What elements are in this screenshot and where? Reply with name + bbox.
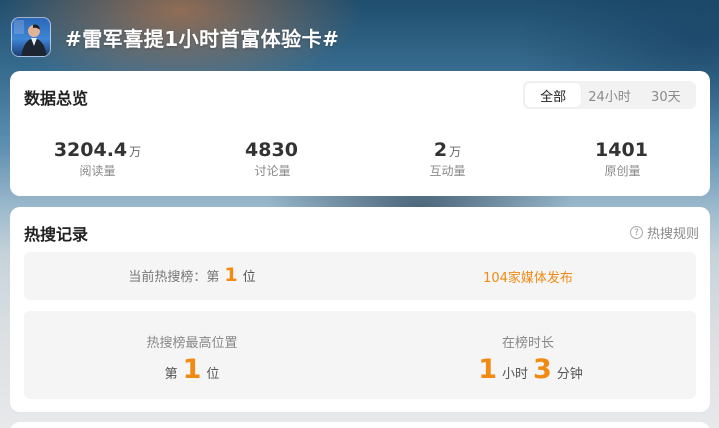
stat-value: 3204.4 xyxy=(53,139,128,161)
stat-value: 2 xyxy=(433,139,448,161)
hot-search-card: 热搜记录 ? 热搜规则 当前热搜榜：第 1 位 104家媒体发布 热搜榜最高位置… xyxy=(10,207,710,412)
highest-rank-value-line: 第 1 位 xyxy=(24,356,360,384)
duration-minutes-unit: 分钟 xyxy=(556,367,583,382)
question-icon: ? xyxy=(629,226,643,239)
topic-header: #雷军喜提1小时首富体验卡# xyxy=(11,16,339,58)
stat-label: 互动量 xyxy=(429,164,466,178)
hot-search-title: 热搜记录 xyxy=(24,225,89,244)
stat-interactions: 2万 互动量 xyxy=(360,138,535,179)
duration-label: 在榜时长 xyxy=(501,336,554,351)
highest-rank-value: 1 xyxy=(182,354,202,385)
highest-rank-label: 热搜榜最高位置 xyxy=(146,336,238,351)
duration-section: 在榜时长 1 小时 3 分钟 xyxy=(360,311,696,399)
next-card-edge xyxy=(10,422,710,428)
topic-title: #雷军喜提1小时首富体验卡# xyxy=(65,26,340,51)
duration-hours-unit: 小时 xyxy=(501,367,528,382)
media-section: 104家媒体发布 xyxy=(360,252,696,300)
tab-all[interactable]: 全部 xyxy=(525,83,582,107)
overview-card: 数据总览 全部 24小时 30天 3204.4 万 阅读量 4830 讨论量 2万… xyxy=(10,71,710,196)
stat-originals: 1401 原创量 xyxy=(535,138,710,179)
duration-hours: 1 xyxy=(478,354,497,385)
stat-label: 讨论量 xyxy=(254,164,291,178)
highest-rank-suffix: 位 xyxy=(206,367,220,382)
tab-24h[interactable]: 24小时 xyxy=(581,83,637,107)
current-rank-prefix: 当前热搜榜：第 xyxy=(128,270,220,285)
stat-discussions: 4830 讨论量 xyxy=(185,138,360,179)
stat-value: 1401 xyxy=(595,139,648,161)
current-rank-value: 1 xyxy=(224,264,238,286)
topic-thumbnail xyxy=(11,17,51,57)
person-image-icon xyxy=(14,20,47,56)
duration-value-line: 1 小时 3 分钟 xyxy=(360,356,696,384)
current-rank-section: 当前热搜榜：第 1 位 xyxy=(24,252,360,300)
hot-rules-label: 热搜规则 xyxy=(646,227,699,242)
stats-row: 3204.4 万 阅读量 4830 讨论量 2万 互动量 1401 原创量 xyxy=(10,138,710,179)
current-rank-suffix: 位 xyxy=(242,270,256,285)
stat-label: 阅读量 xyxy=(79,164,116,178)
rank-stats-panel: 热搜榜最高位置 第 1 位 在榜时长 1 小时 3 分钟 xyxy=(24,311,696,399)
overview-title: 数据总览 xyxy=(24,89,89,108)
highest-rank-prefix: 第 xyxy=(164,367,178,382)
media-publish-link[interactable]: 104家媒体发布 xyxy=(360,267,696,286)
current-rank-line: 当前热搜榜：第 1 位 xyxy=(24,264,360,286)
stat-label: 原创量 xyxy=(604,164,641,178)
stat-unit: 万 xyxy=(129,145,142,159)
stat-reads: 3204.4 万 阅读量 xyxy=(10,138,185,179)
tab-30d[interactable]: 30天 xyxy=(638,83,694,107)
current-rank-panel: 当前热搜榜：第 1 位 104家媒体发布 xyxy=(24,252,696,300)
time-range-tabs: 全部 24小时 30天 xyxy=(523,81,696,109)
stat-value: 4830 xyxy=(245,139,298,161)
stat-unit: 万 xyxy=(449,145,462,159)
duration-minutes: 3 xyxy=(533,354,552,385)
highest-rank-section: 热搜榜最高位置 第 1 位 xyxy=(24,311,360,399)
hot-rules-link[interactable]: ? 热搜规则 xyxy=(629,223,699,242)
